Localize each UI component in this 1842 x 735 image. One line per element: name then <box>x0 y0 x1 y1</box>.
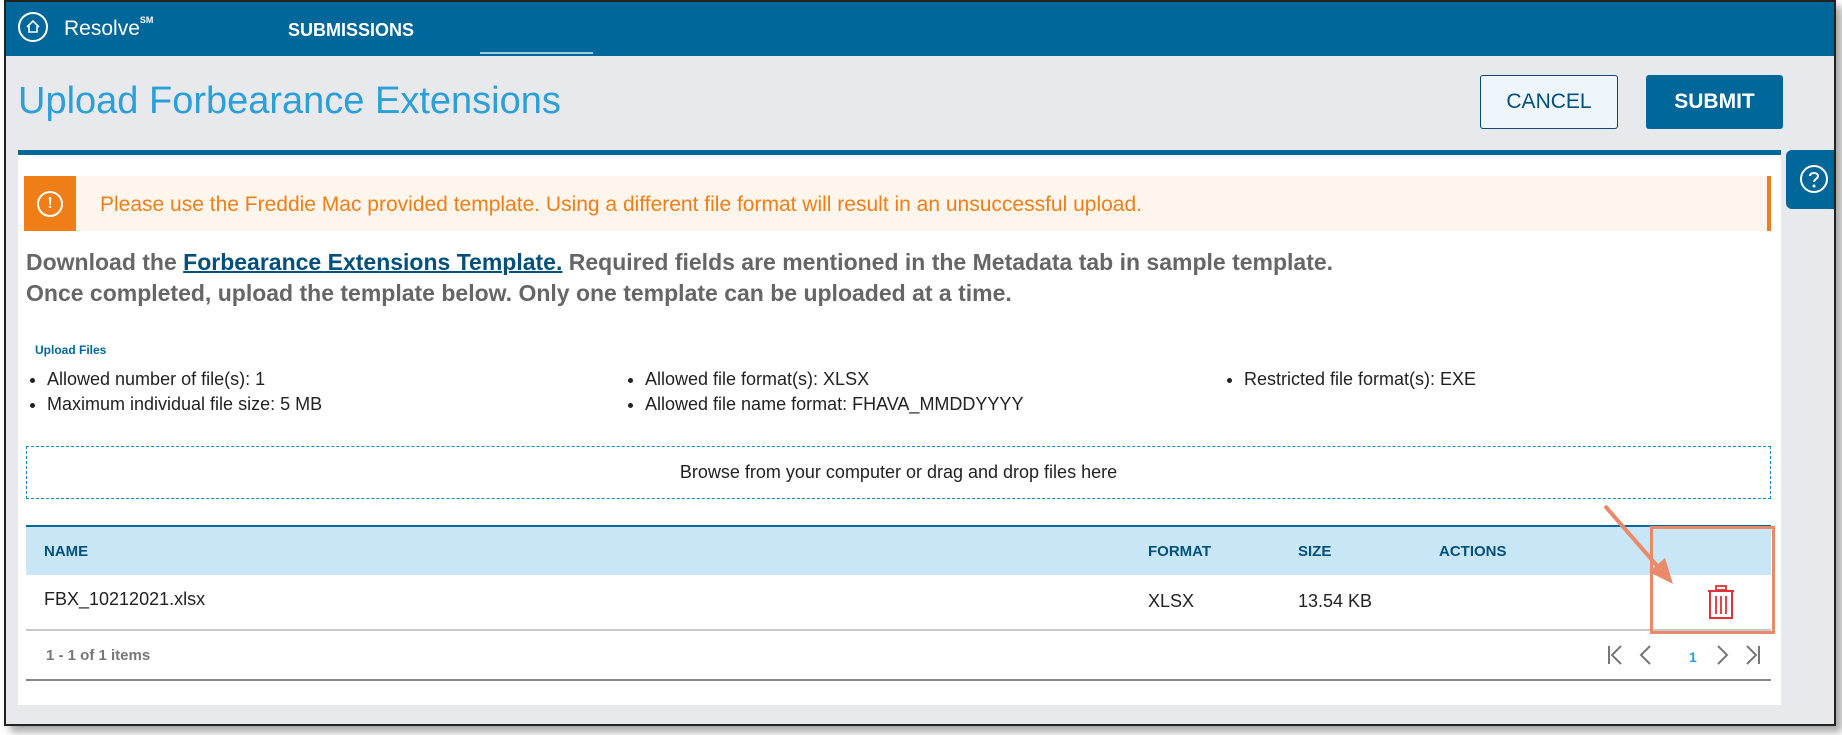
table-row: FBX_10212021.xlsx XLSX 13.54 KB <box>26 575 1771 631</box>
app-window: ResolveSM SUBMISSIONS Upload Forbearance… <box>4 0 1836 726</box>
alert-icon-container: ! <box>24 176 76 231</box>
pagination-info: 1 - 1 of 1 items <box>46 647 151 664</box>
column-header-format[interactable]: FORMAT <box>1148 543 1211 560</box>
submit-button[interactable]: SUBMIT <box>1646 75 1783 129</box>
template-warning-alert: ! Please use the Freddie Mac provided te… <box>24 176 1771 231</box>
brand-service-mark: SM <box>139 15 154 25</box>
requirement-file-count: Allowed number of file(s): 1 <box>47 367 322 392</box>
column-header-size[interactable]: SIZE <box>1298 543 1331 560</box>
next-page-icon[interactable] <box>1716 643 1730 673</box>
help-icon <box>1800 165 1828 193</box>
first-page-icon[interactable] <box>1606 643 1624 673</box>
brand-text: Resolve <box>64 17 140 40</box>
alert-message: Please use the Freddie Mac provided temp… <box>100 193 1142 216</box>
instructions-suffix: Required fields are mentioned in the Met… <box>562 249 1334 275</box>
column-header-actions: ACTIONS <box>1439 543 1507 560</box>
uploaded-files-table: NAME FORMAT SIZE ACTIONS FBX_10212021.xl… <box>26 525 1771 681</box>
file-dropzone[interactable]: Browse from your computer or drag and dr… <box>26 446 1771 499</box>
nav-active-indicator <box>480 52 593 54</box>
upload-requirements-col-1: Allowed number of file(s): 1 Maximum ind… <box>8 367 322 417</box>
page-title: Upload Forbearance Extensions <box>18 80 561 122</box>
main-content: ! Please use the Freddie Mac provided te… <box>18 155 1781 705</box>
requirement-file-format: Allowed file format(s): XLSX <box>645 367 1023 392</box>
column-header-name[interactable]: NAME <box>44 543 88 560</box>
file-format-cell: XLSX <box>1148 591 1195 611</box>
cancel-button[interactable]: CANCEL <box>1480 75 1618 129</box>
instructions-prefix: Download the <box>26 249 184 275</box>
requirement-restricted-format: Restricted file format(s): EXE <box>1244 367 1476 392</box>
logo-icon[interactable] <box>18 12 48 42</box>
instructions-line-1: Download the Forbearance Extensions Temp… <box>26 247 1333 278</box>
table-pagination: 1 - 1 of 1 items 1 <box>26 631 1771 681</box>
file-size-cell: 13.54 KB <box>1298 591 1373 611</box>
top-nav-bar: ResolveSM SUBMISSIONS <box>6 2 1834 56</box>
instructions: Download the Forbearance Extensions Temp… <box>26 247 1333 309</box>
file-name-cell: FBX_10212021.xlsx <box>44 589 206 609</box>
instructions-line-2: Once completed, upload the template belo… <box>26 280 1012 306</box>
prev-page-icon[interactable] <box>1638 643 1652 673</box>
alert-icon: ! <box>37 191 63 217</box>
upload-requirements-col-2: Allowed file format(s): XLSX Allowed fil… <box>606 367 1023 417</box>
template-download-link[interactable]: Forbearance Extensions Template. <box>183 249 562 275</box>
requirement-file-size: Maximum individual file size: 5 MB <box>47 392 322 417</box>
upload-requirements-col-3: Restricted file format(s): EXE <box>1205 367 1476 392</box>
upload-files-label: Upload Files <box>35 343 107 357</box>
help-button[interactable] <box>1786 150 1834 209</box>
table-header: NAME FORMAT SIZE ACTIONS <box>26 525 1771 575</box>
brand-name[interactable]: ResolveSM <box>64 15 154 41</box>
requirement-file-name-format: Allowed file name format: FHAVA_MMDDYYYY <box>645 392 1023 417</box>
annotation-highlight-box <box>1650 526 1775 634</box>
current-page-number[interactable]: 1 <box>1689 649 1697 665</box>
last-page-icon[interactable] <box>1744 643 1762 673</box>
nav-submissions[interactable]: SUBMISSIONS <box>288 20 414 41</box>
